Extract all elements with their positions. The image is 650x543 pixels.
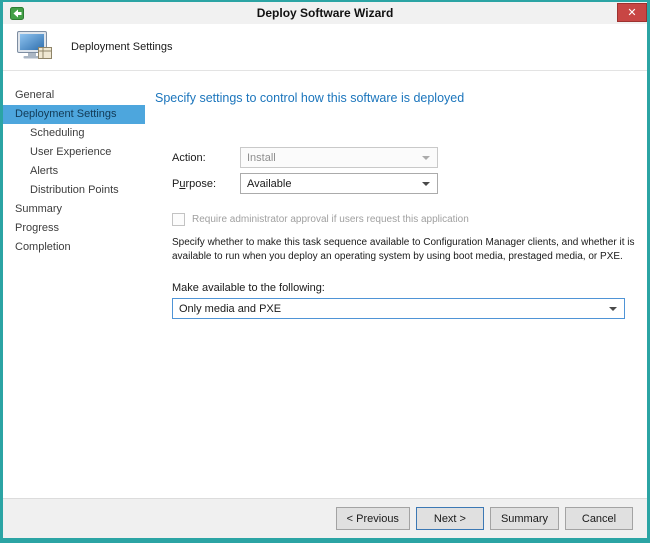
title-bar[interactable]: Deploy Software Wizard ✕ bbox=[3, 2, 647, 24]
action-dropdown-value: Install bbox=[247, 152, 276, 164]
chevron-down-icon bbox=[609, 307, 617, 311]
sidebar-item-alerts[interactable]: Alerts bbox=[3, 162, 145, 181]
sidebar-item-summary[interactable]: Summary bbox=[3, 200, 145, 219]
previous-button[interactable]: < Previous bbox=[336, 507, 410, 530]
sidebar-item-progress[interactable]: Progress bbox=[3, 219, 145, 238]
make-available-label: Make available to the following: bbox=[172, 282, 325, 294]
approval-checkbox-label: Require administrator approval if users … bbox=[192, 214, 469, 225]
purpose-label-part: rpose: bbox=[185, 178, 216, 190]
purpose-dropdown-value: Available bbox=[247, 178, 291, 190]
page-title: Deployment Settings bbox=[71, 41, 173, 53]
action-dropdown[interactable]: Install bbox=[240, 147, 438, 168]
button-bar: < Previous Next > Summary Cancel bbox=[3, 498, 647, 538]
next-button[interactable]: Next > bbox=[416, 507, 484, 530]
close-button[interactable]: ✕ bbox=[617, 3, 647, 22]
purpose-dropdown[interactable]: Available bbox=[240, 173, 438, 194]
wizard-page-header: Deployment Settings bbox=[3, 24, 647, 71]
summary-button[interactable]: Summary bbox=[490, 507, 559, 530]
page-heading: Specify settings to control how this sof… bbox=[155, 91, 464, 105]
action-label: Action: bbox=[172, 152, 240, 164]
purpose-row: Purpose: Available bbox=[172, 173, 438, 194]
chevron-down-icon bbox=[422, 182, 430, 186]
window-frame: Deploy Software Wizard ✕ bbox=[3, 2, 647, 538]
chevron-down-icon bbox=[422, 156, 430, 160]
cancel-button[interactable]: Cancel bbox=[565, 507, 633, 530]
deployment-computer-icon bbox=[15, 30, 55, 64]
purpose-label: Purpose: bbox=[172, 178, 240, 190]
sidebar-item-user-experience[interactable]: User Experience bbox=[3, 143, 145, 162]
deploy-software-wizard-window: Deploy Software Wizard ✕ bbox=[0, 0, 650, 543]
window-title: Deploy Software Wizard bbox=[3, 6, 647, 20]
action-row: Action: Install bbox=[172, 147, 438, 168]
wizard-body: General Deployment Settings Scheduling U… bbox=[3, 71, 647, 498]
sidebar-item-scheduling[interactable]: Scheduling bbox=[3, 124, 145, 143]
wizard-page-content: Specify settings to control how this sof… bbox=[145, 71, 647, 498]
sidebar-item-general[interactable]: General bbox=[3, 86, 145, 105]
availability-description: Specify whether to make this task sequen… bbox=[172, 236, 650, 263]
approval-checkbox-row: Require administrator approval if users … bbox=[172, 213, 469, 226]
sidebar-item-completion[interactable]: Completion bbox=[3, 238, 145, 257]
close-icon: ✕ bbox=[627, 6, 636, 19]
approval-checkbox[interactable] bbox=[172, 213, 185, 226]
sidebar-item-deployment-settings[interactable]: Deployment Settings bbox=[3, 105, 145, 124]
wizard-app-icon bbox=[10, 6, 25, 21]
sidebar-item-distribution-points[interactable]: Distribution Points bbox=[3, 181, 145, 200]
availability-dropdown-value: Only media and PXE bbox=[179, 303, 281, 315]
wizard-nav-sidebar: General Deployment Settings Scheduling U… bbox=[3, 71, 145, 498]
availability-dropdown[interactable]: Only media and PXE bbox=[172, 298, 625, 319]
